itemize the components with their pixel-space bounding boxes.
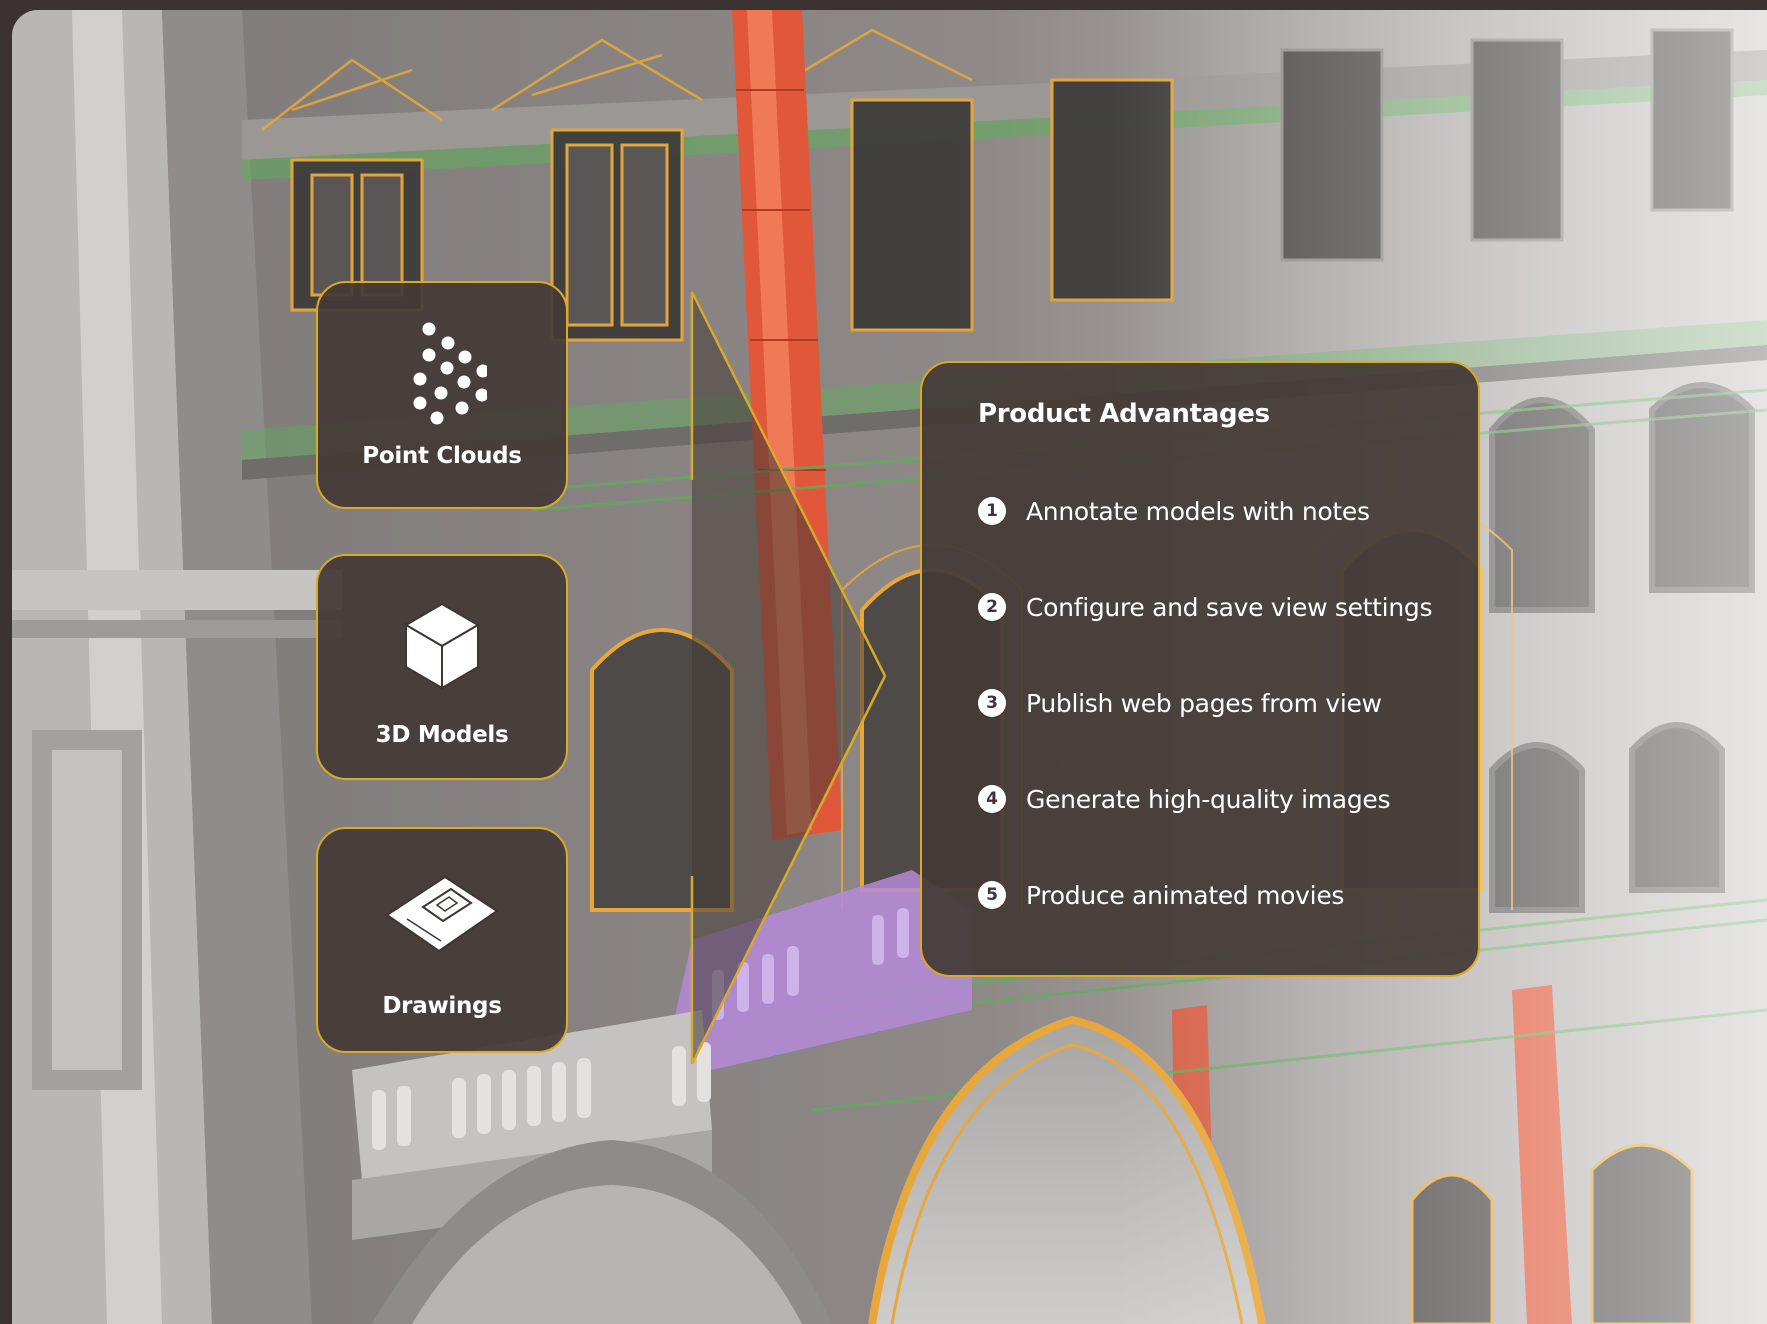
card-label-drawings: Drawings	[382, 993, 502, 1019]
card-label-3d-models: 3D Models	[375, 722, 509, 748]
panel-title: Product Advantages	[978, 399, 1270, 429]
point-cloud-icon	[413, 322, 487, 425]
advantage-text: Annotate models with notes	[1026, 496, 1370, 526]
advantage-text: Produce animated movies	[1026, 880, 1345, 910]
advantage-text: Publish web pages from view	[1026, 688, 1382, 718]
product-advantages-panel: Product Advantages 1 Annotate models wit…	[920, 361, 1480, 977]
number-badge: 5	[978, 881, 1006, 909]
drawing-sheet-icon	[385, 875, 499, 953]
number-badge: 2	[978, 593, 1006, 621]
advantage-text: Generate high-quality images	[1026, 784, 1391, 814]
building-facade-render	[12, 10, 1767, 1324]
advantage-item-3: 3 Publish web pages from view	[978, 685, 1382, 721]
card-3d-models[interactable]: 3D Models	[316, 554, 568, 780]
advantage-item-2: 2 Configure and save view settings	[978, 589, 1432, 625]
advantage-item-5: 5 Produce animated movies	[978, 877, 1344, 913]
number-badge: 1	[978, 497, 1006, 525]
background-frame	[12, 10, 1767, 1324]
card-point-clouds[interactable]: Point Clouds	[316, 281, 568, 509]
advantage-text: Configure and save view settings	[1026, 592, 1433, 622]
cube-icon	[404, 602, 480, 690]
number-badge: 3	[978, 689, 1006, 717]
advantage-item-1: 1 Annotate models with notes	[978, 493, 1370, 529]
number-badge: 4	[978, 785, 1006, 813]
card-label-point-clouds: Point Clouds	[362, 443, 522, 469]
advantage-item-4: 4 Generate high-quality images	[978, 781, 1391, 817]
card-drawings[interactable]: Drawings	[316, 827, 568, 1053]
